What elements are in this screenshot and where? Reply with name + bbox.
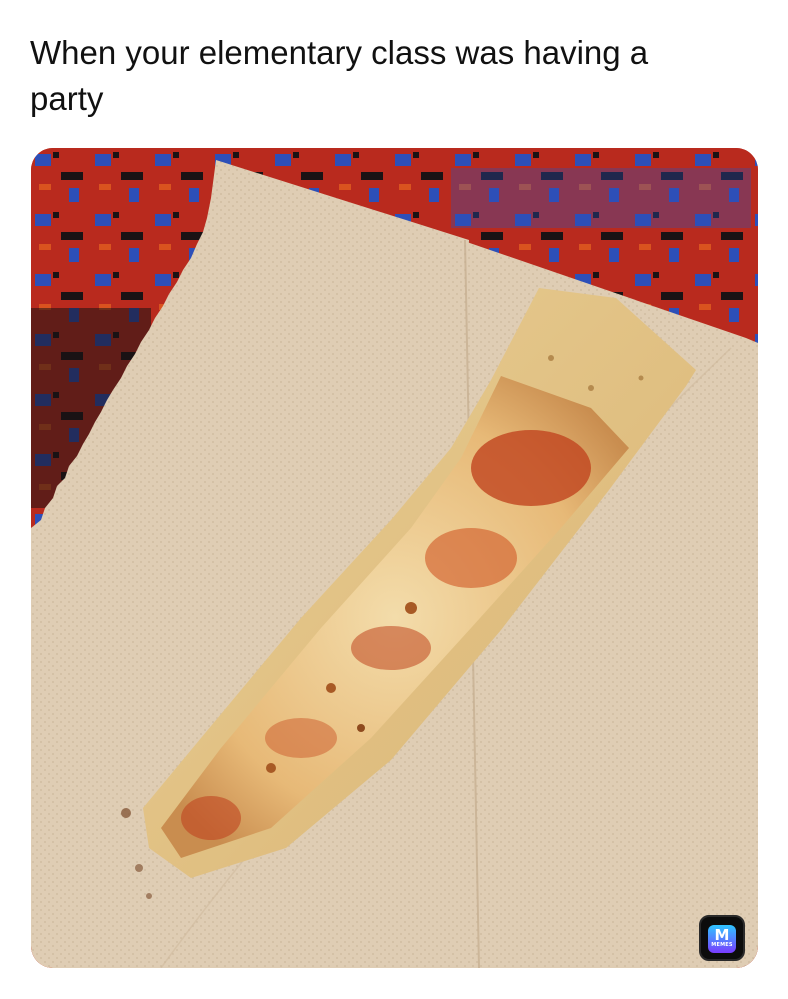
memes-app-icon: M MEMES xyxy=(699,915,745,961)
memes-logo-glyph: M xyxy=(714,926,730,944)
meme-caption: When your elementary class was having a … xyxy=(30,34,649,117)
memes-logo-label: MEMES xyxy=(711,942,733,948)
pizza-on-paper-towel-illustration xyxy=(31,148,758,968)
memes-logo-badge: M MEMES xyxy=(708,925,736,953)
meme-photo xyxy=(31,148,758,968)
